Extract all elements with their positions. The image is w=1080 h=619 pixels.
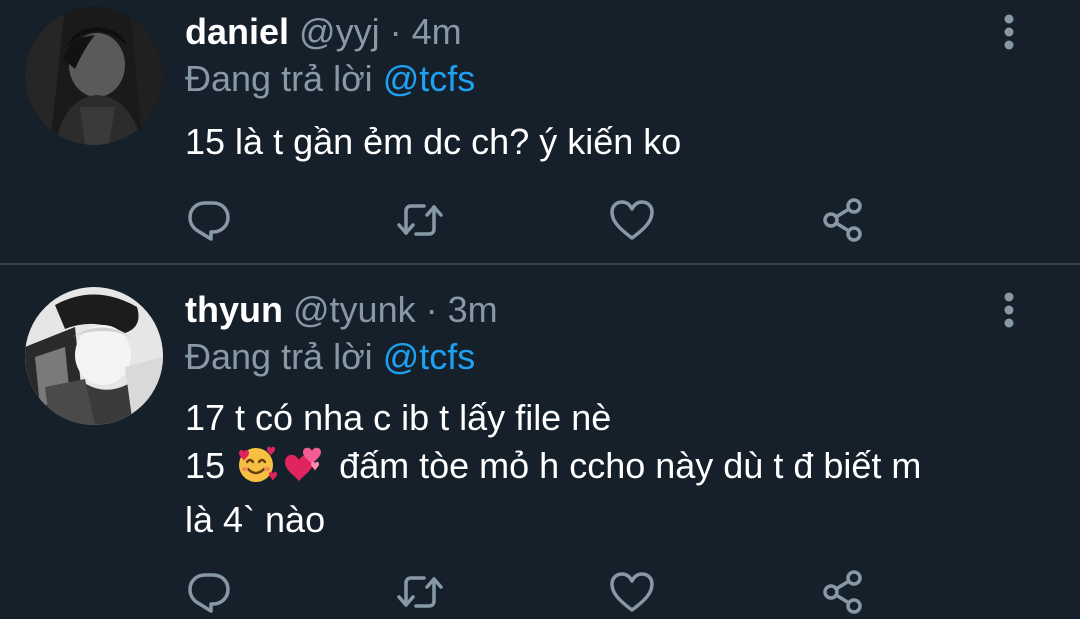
- tweet[interactable]: thyun @tyunk · 3m Đang trả lời @tcfs 17 …: [0, 266, 1080, 619]
- replying-to-label: Đang trả lời: [185, 336, 373, 377]
- more-options-button[interactable]: [996, 12, 1022, 52]
- user-handle[interactable]: @tyunk: [293, 289, 416, 330]
- tweet-divider: [0, 263, 1080, 265]
- share-button[interactable]: [818, 195, 868, 245]
- share-icon: [823, 570, 862, 614]
- separator-dot: ·: [425, 289, 438, 330]
- display-name[interactable]: daniel: [185, 11, 289, 52]
- avatar[interactable]: [25, 287, 163, 425]
- tweet-text-fragment: đấm tòe mỏ h ccho này dù t đ biết m: [339, 445, 922, 486]
- tweet[interactable]: daniel @yyj · 4m Đang trả lời @tcfs 15 l…: [0, 0, 1080, 264]
- action-bar: [0, 567, 1080, 617]
- timestamp[interactable]: 3m: [448, 289, 498, 330]
- smiling-face-with-hearts-emoji: [235, 444, 279, 496]
- more-options-button[interactable]: [996, 290, 1022, 330]
- tweet-text: 15 là t gần ẻm dc ch? ý kiến ko: [185, 118, 1035, 166]
- heart-icon: [610, 572, 654, 612]
- avatar-photo: [25, 7, 163, 145]
- reply-icon: [188, 573, 230, 613]
- two-hearts-emoji: [281, 444, 327, 496]
- more-options-icon: [1004, 292, 1014, 328]
- replying-to: Đang trả lời @tcfs: [185, 57, 475, 101]
- more-options-icon: [1004, 14, 1014, 50]
- reply-button[interactable]: [184, 567, 234, 617]
- display-name[interactable]: thyun: [185, 289, 283, 330]
- like-button[interactable]: [607, 567, 657, 617]
- share-icon: [823, 198, 862, 242]
- replying-to-label: Đang trả lời: [185, 58, 373, 99]
- tweet-header: daniel @yyj · 4m: [185, 10, 462, 54]
- tweet-text-fragment: 15: [185, 445, 226, 486]
- timestamp[interactable]: 4m: [412, 11, 462, 52]
- separator-dot: ·: [389, 11, 402, 52]
- reply-icon: [188, 201, 230, 241]
- retweet-icon: [397, 204, 443, 236]
- tweet-text-line: 17 t có nha c ib t lấy file nè: [185, 397, 612, 438]
- mention-link[interactable]: @tcfs: [383, 336, 476, 377]
- user-handle[interactable]: @yyj: [299, 11, 380, 52]
- tweet-header: thyun @tyunk · 3m: [185, 288, 498, 332]
- tweet-text-line: là 4` nào: [185, 499, 326, 540]
- retweet-button[interactable]: [395, 567, 445, 617]
- tweet-text-line: 15 là t gần ẻm dc ch? ý kiến ko: [185, 121, 682, 162]
- heart-icon: [610, 200, 654, 240]
- retweet-button[interactable]: [395, 195, 445, 245]
- reply-feed: daniel @yyj · 4m Đang trả lời @tcfs 15 l…: [0, 0, 1080, 619]
- mention-link[interactable]: @tcfs: [383, 58, 476, 99]
- tweet-text: 17 t có nha c ib t lấy file nè 15 đấm tò…: [185, 394, 1035, 544]
- avatar[interactable]: [25, 7, 163, 145]
- action-bar: [0, 195, 1080, 245]
- like-button[interactable]: [607, 195, 657, 245]
- share-button[interactable]: [818, 567, 868, 617]
- reply-button[interactable]: [184, 195, 234, 245]
- retweet-icon: [397, 576, 443, 608]
- replying-to: Đang trả lời @tcfs: [185, 335, 475, 379]
- tweet-text-line: 15 đấm tòe mỏ h ccho này dù t đ biết m: [185, 442, 1035, 496]
- avatar-photo: [25, 287, 163, 425]
